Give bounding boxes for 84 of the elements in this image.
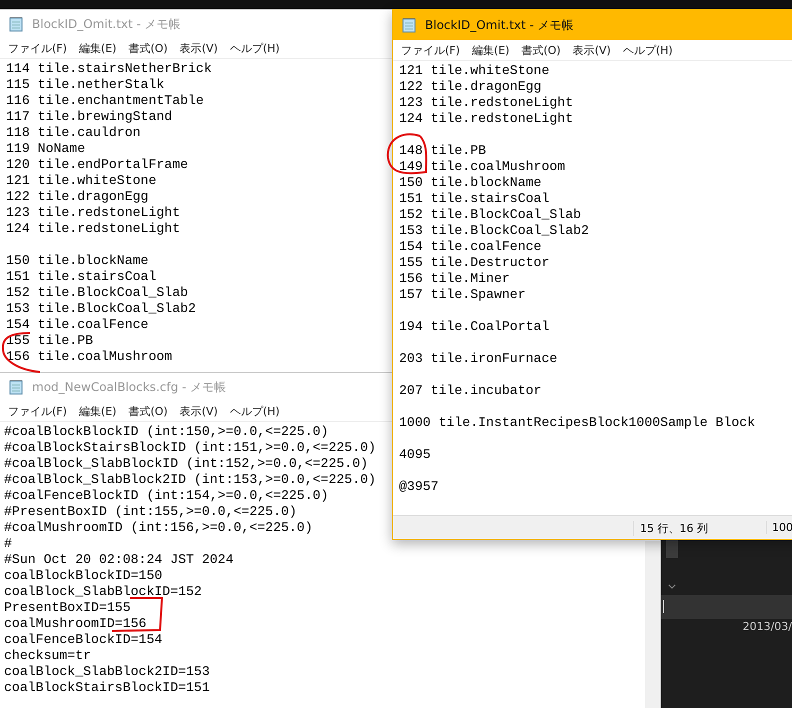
text-line: 123 tile.redstoneLight: [6, 205, 180, 221]
text-line: 194 tile.CoalPortal: [399, 319, 550, 335]
text-line: 121 tile.whiteStone: [6, 173, 156, 189]
circle-annotation: [2, 332, 40, 373]
text-line: PresentBoxID=155: [4, 600, 131, 616]
window-title: mod_NewCoalBlocks.cfg - メモ帳: [32, 378, 226, 396]
text-line: 150 tile.blockName: [6, 253, 148, 269]
window-title: BlockID_Omit.txt - メモ帳: [425, 16, 574, 34]
text-line: #Sun Oct 20 02:08:24 JST 2024: [4, 552, 234, 568]
input-field[interactable]: [660, 595, 792, 619]
text-line: #PresentBoxID (int:155,>=0.0,<=225.0): [4, 504, 297, 520]
text-line: 153 tile.BlockCoal_Slab2: [6, 301, 196, 317]
chevron-down-icon[interactable]: [668, 584, 676, 589]
text-line: 156 tile.Miner: [399, 271, 510, 287]
text-line: 154 tile.coalFence: [399, 239, 542, 255]
text-line: checksum=tr: [4, 648, 92, 664]
text-line: 207 tile.incubator: [399, 383, 542, 399]
text-line: 155 tile.Destructor: [399, 255, 550, 271]
menu-item[interactable]: ファイル(F): [401, 42, 460, 58]
zoom-level: 100: [766, 521, 792, 534]
text-line: 120 tile.endPortalFrame: [6, 157, 188, 173]
text-line: 122 tile.dragonEgg: [399, 79, 542, 95]
text-line: #coalFenceBlockID (int:154,>=0.0,<=225.0): [4, 488, 328, 504]
text-line: #: [4, 536, 12, 552]
text-line: 119 NoName: [6, 141, 86, 157]
text-line: 152 tile.BlockCoal_Slab: [6, 285, 188, 301]
text-line: #coalMushroomID (int:156,>=0.0,<=225.0): [4, 520, 313, 536]
text-line: 148 tile.PB: [399, 143, 486, 159]
circle-annotation: [386, 133, 428, 174]
text-line: coalBlock_SlabBlockID=152: [4, 584, 202, 600]
text-line: 124 tile.redstoneLight: [6, 221, 180, 237]
text-line: 124 tile.redstoneLight: [399, 111, 574, 127]
text-line: 114 tile.stairsNetherBrick: [6, 61, 212, 77]
menu-item[interactable]: 編集(E): [78, 40, 116, 56]
text-line: coalBlockBlockID=150: [4, 568, 162, 584]
text-line: 117 tile.brewingStand: [6, 109, 172, 125]
menu-item[interactable]: 編集(E): [472, 42, 510, 58]
menu-item[interactable]: 表示(V): [572, 42, 611, 58]
window-title: BlockID_Omit.txt - メモ帳: [32, 16, 181, 32]
menu-item[interactable]: 書式(O): [128, 40, 168, 56]
menu-item[interactable]: 表示(V): [180, 40, 218, 56]
text-line: 122 tile.dragonEgg: [6, 189, 148, 205]
notepad-icon: [401, 17, 417, 33]
menu-item[interactable]: 書式(O): [128, 404, 168, 418]
text-line: #coalBlockStairsBlockID (int:151,>=0.0,<=225.0): [4, 440, 376, 456]
text-line: #coalBlock_SlabBlock2ID (int:153,>=0.0,<=225.0): [4, 472, 376, 488]
text-line: 150 tile.blockName: [399, 175, 542, 191]
menu-item[interactable]: ファイル(F): [8, 40, 67, 56]
text-line: 123 tile.redstoneLight: [399, 95, 574, 111]
text-line: 157 tile.Spawner: [399, 287, 526, 303]
text-line: 116 tile.enchantmentTable: [6, 93, 204, 109]
text-line: 153 tile.BlockCoal_Slab2: [399, 223, 589, 239]
menu-item[interactable]: 書式(O): [521, 42, 561, 58]
cursor-position: 15 行、16 列: [633, 521, 708, 536]
text-line: #coalBlock_SlabBlockID (int:152,>=0.0,<=225.0): [4, 456, 368, 472]
text-line: 149 tile.coalMushroom: [399, 159, 566, 175]
menu-item[interactable]: ヘルプ(H): [230, 40, 280, 56]
text-line: 1000 tile.InstantRecipesBlock1000Sample Block: [399, 415, 756, 431]
text-line: coalBlock_SlabBlock2ID=153: [4, 664, 210, 680]
text-line: 154 tile.coalFence: [6, 317, 148, 333]
menu-item[interactable]: ファイル(F): [8, 404, 67, 418]
notepad-icon: [8, 379, 24, 395]
menu-item[interactable]: ヘルプ(H): [230, 404, 280, 418]
text-line: coalFenceBlockID=154: [4, 632, 162, 648]
text-line: 4095: [399, 447, 431, 463]
text-line: 118 tile.cauldron: [6, 125, 141, 141]
notepad-icon: [8, 16, 24, 32]
text-line: #coalBlockBlockID (int:150,>=0.0,<=225.0): [4, 424, 328, 440]
text-line: 203 tile.ironFurnace: [399, 351, 558, 367]
menu-item[interactable]: 編集(E): [78, 404, 116, 418]
text-line: coalMushroomID=156: [4, 616, 146, 632]
text-line: 152 tile.BlockCoal_Slab: [399, 207, 582, 223]
text-line: coalBlockStairsBlockID=151: [4, 680, 210, 696]
menu-item[interactable]: 表示(V): [180, 404, 218, 418]
text-line: @3957: [399, 479, 439, 495]
text-line: 156 tile.coalMushroom: [6, 349, 172, 365]
scrollbar[interactable]: [645, 541, 660, 708]
scrollbar[interactable]: [666, 540, 678, 558]
text-line: 115 tile.netherStalk: [6, 77, 164, 93]
text-line: 151 tile.stairsCoal: [399, 191, 550, 207]
menu-item[interactable]: ヘルプ(H): [622, 42, 673, 58]
date-text: 2013/03/: [742, 620, 792, 633]
text-line: 151 tile.stairsCoal: [6, 269, 156, 285]
text-line: 121 tile.whiteStone: [399, 63, 550, 79]
